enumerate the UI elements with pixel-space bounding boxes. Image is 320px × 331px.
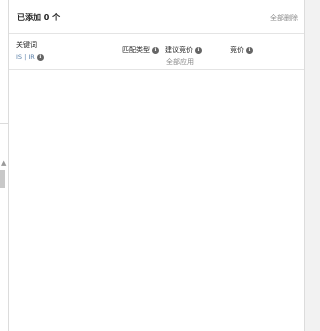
column-match-type: 匹配类型 i [122, 45, 159, 55]
info-icon[interactable]: i [36, 53, 44, 61]
panel-header: 已添加 0 个 全部删除 [9, 0, 304, 34]
column-match-type-label: 匹配类型 [122, 46, 150, 54]
adjacent-panel-edge: ▲ [0, 0, 8, 331]
scrollbar-thumb[interactable] [0, 170, 5, 188]
info-icon[interactable]: i [195, 46, 202, 54]
column-suggested-bid-top: 建议竞价 i [165, 45, 202, 55]
chevron-up-icon[interactable]: ▲ [1, 160, 6, 167]
column-suggested-bid-label: 建议竞价 [165, 46, 193, 54]
keyword-is-ir-label: IS | IR [16, 53, 35, 61]
added-keywords-panel: 已添加 0 个 全部删除 关键词 IS | IR i 匹配类型 i 建议竞价 i [8, 0, 305, 331]
info-icon[interactable]: i [246, 46, 253, 54]
column-header-row: 关键词 IS | IR i 匹配类型 i 建议竞价 i 全部应用 竞价 i [9, 34, 304, 70]
column-bid-label: 竞价 [230, 46, 244, 54]
remove-all-link[interactable]: 全部删除 [270, 13, 298, 23]
column-keyword-label: 关键词 [16, 41, 37, 49]
apply-all-link[interactable]: 全部应用 [166, 57, 202, 67]
info-icon[interactable]: i [152, 46, 159, 54]
column-keyword-sub: IS | IR i [16, 53, 44, 61]
column-bid: 竞价 i [230, 45, 253, 55]
column-keyword: 关键词 IS | IR i [16, 40, 44, 61]
keyword-panel-page: ▲ 已添加 0 个 全部删除 关键词 IS | IR i 匹配类型 i 建议竞价 [0, 0, 313, 331]
divider [0, 123, 8, 124]
right-edge [305, 0, 313, 331]
column-suggested-bid: 建议竞价 i 全部应用 [165, 45, 202, 67]
added-count-title: 已添加 0 个 [17, 13, 61, 22]
